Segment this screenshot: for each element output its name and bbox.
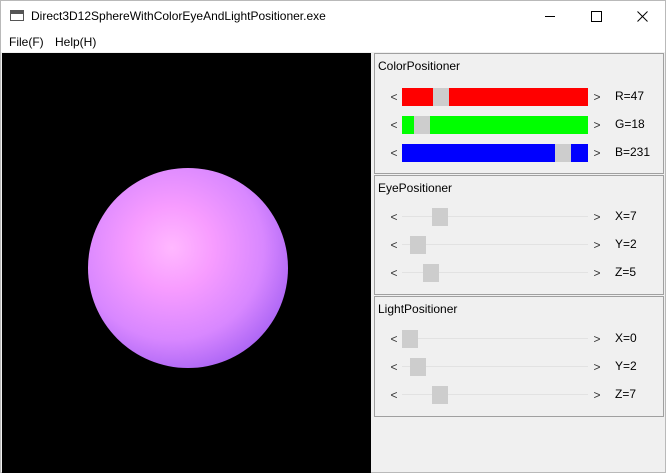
window-title: Direct3D12SphereWithColorEyeAndLightPosi… [31, 9, 326, 23]
light-positioner-title: LightPositioner [378, 302, 458, 316]
title-bar[interactable]: Direct3D12SphereWithColorEyeAndLightPosi… [1, 1, 665, 32]
light-x-scroll-thumb[interactable] [402, 330, 418, 348]
light-row-z: < > Z=7 [375, 385, 663, 405]
blue-scrollbar[interactable] [402, 144, 588, 162]
eye-row-y: < > Y=2 [375, 235, 663, 255]
light-x-scroll-right-button[interactable]: > [590, 331, 604, 347]
red-scroll-left-button[interactable]: < [387, 89, 401, 105]
eye-row-x: < > X=7 [375, 207, 663, 227]
minimize-icon [545, 16, 555, 17]
light-z-scroll-right-button[interactable]: > [590, 387, 604, 403]
green-value-label: G=18 [615, 117, 645, 131]
light-z-value-label: Z=7 [615, 387, 637, 401]
light-row-x: < > X=0 [375, 329, 663, 349]
light-y-scroll-right-button[interactable]: > [590, 359, 604, 375]
maximize-icon [590, 11, 602, 22]
light-x-scroll-left-button[interactable]: < [387, 331, 401, 347]
green-scroll-right-button[interactable]: > [590, 117, 604, 133]
eye-z-scroll-left-button[interactable]: < [387, 265, 401, 281]
eye-y-scrollbar[interactable] [402, 236, 588, 254]
light-z-scroll-left-button[interactable]: < [387, 387, 401, 403]
minimize-button[interactable] [527, 1, 573, 32]
color-row-red: < > R=47 [375, 87, 663, 107]
render-viewport[interactable] [2, 53, 371, 473]
green-scrollbar[interactable] [402, 116, 588, 134]
eye-z-value-label: Z=5 [615, 265, 637, 279]
red-scrollbar[interactable] [402, 88, 588, 106]
eye-x-scroll-thumb[interactable] [432, 208, 448, 226]
green-scroll-thumb[interactable] [414, 116, 430, 134]
red-scroll-thumb[interactable] [433, 88, 449, 106]
close-button[interactable] [619, 1, 665, 32]
eye-x-value-label: X=7 [615, 209, 637, 223]
eye-y-scroll-left-button[interactable]: < [387, 237, 401, 253]
app-window: Direct3D12SphereWithColorEyeAndLightPosi… [0, 0, 666, 473]
blue-value-label: B=231 [615, 145, 651, 159]
light-z-scroll-thumb[interactable] [432, 386, 448, 404]
eye-positioner-panel: EyePositioner < > X=7 < > Y=2 < > Z=5 [374, 175, 664, 295]
menu-help[interactable]: Help(H) [55, 35, 96, 49]
eye-x-scroll-right-button[interactable]: > [590, 209, 604, 225]
green-scroll-left-button[interactable]: < [387, 117, 401, 133]
eye-row-z: < > Z=5 [375, 263, 663, 283]
eye-x-track [402, 216, 588, 217]
light-x-value-label: X=0 [615, 331, 637, 345]
eye-z-scroll-right-button[interactable]: > [590, 265, 604, 281]
light-y-scroll-left-button[interactable]: < [387, 359, 401, 375]
menu-bar: File(F) Help(H) [1, 32, 665, 52]
eye-y-scroll-right-button[interactable]: > [590, 237, 604, 253]
light-row-y: < > Y=2 [375, 357, 663, 377]
rendered-sphere [88, 168, 288, 368]
color-row-blue: < > B=231 [375, 143, 663, 163]
eye-y-track [402, 244, 588, 245]
light-z-track [402, 394, 588, 395]
light-x-track [402, 338, 588, 339]
red-scroll-right-button[interactable]: > [590, 89, 604, 105]
eye-x-scrollbar[interactable] [402, 208, 588, 226]
light-y-scroll-thumb[interactable] [410, 358, 426, 376]
blue-scroll-right-button[interactable]: > [590, 145, 604, 161]
blue-scroll-left-button[interactable]: < [387, 145, 401, 161]
eye-z-scrollbar[interactable] [402, 264, 588, 282]
light-positioner-panel: LightPositioner < > X=0 < > Y=2 < > Z=7 [374, 296, 664, 417]
light-y-track [402, 366, 588, 367]
red-track-fill [402, 88, 588, 106]
light-z-scrollbar[interactable] [402, 386, 588, 404]
color-positioner-panel: ColorPositioner < > R=47 < > G=18 < > B=… [374, 53, 664, 174]
color-positioner-title: ColorPositioner [378, 59, 461, 73]
close-icon [636, 11, 648, 22]
app-window-icon[interactable] [10, 10, 24, 21]
red-value-label: R=47 [615, 89, 645, 103]
eye-x-scroll-left-button[interactable]: < [387, 209, 401, 225]
light-x-scrollbar[interactable] [402, 330, 588, 348]
eye-y-value-label: Y=2 [615, 237, 637, 251]
blue-scroll-thumb[interactable] [555, 144, 571, 162]
eye-positioner-title: EyePositioner [378, 181, 453, 195]
light-y-scrollbar[interactable] [402, 358, 588, 376]
eye-y-scroll-thumb[interactable] [410, 236, 426, 254]
color-row-green: < > G=18 [375, 115, 663, 135]
menu-file[interactable]: File(F) [9, 35, 44, 49]
eye-z-scroll-thumb[interactable] [423, 264, 439, 282]
light-y-value-label: Y=2 [615, 359, 637, 373]
maximize-button[interactable] [573, 1, 619, 32]
